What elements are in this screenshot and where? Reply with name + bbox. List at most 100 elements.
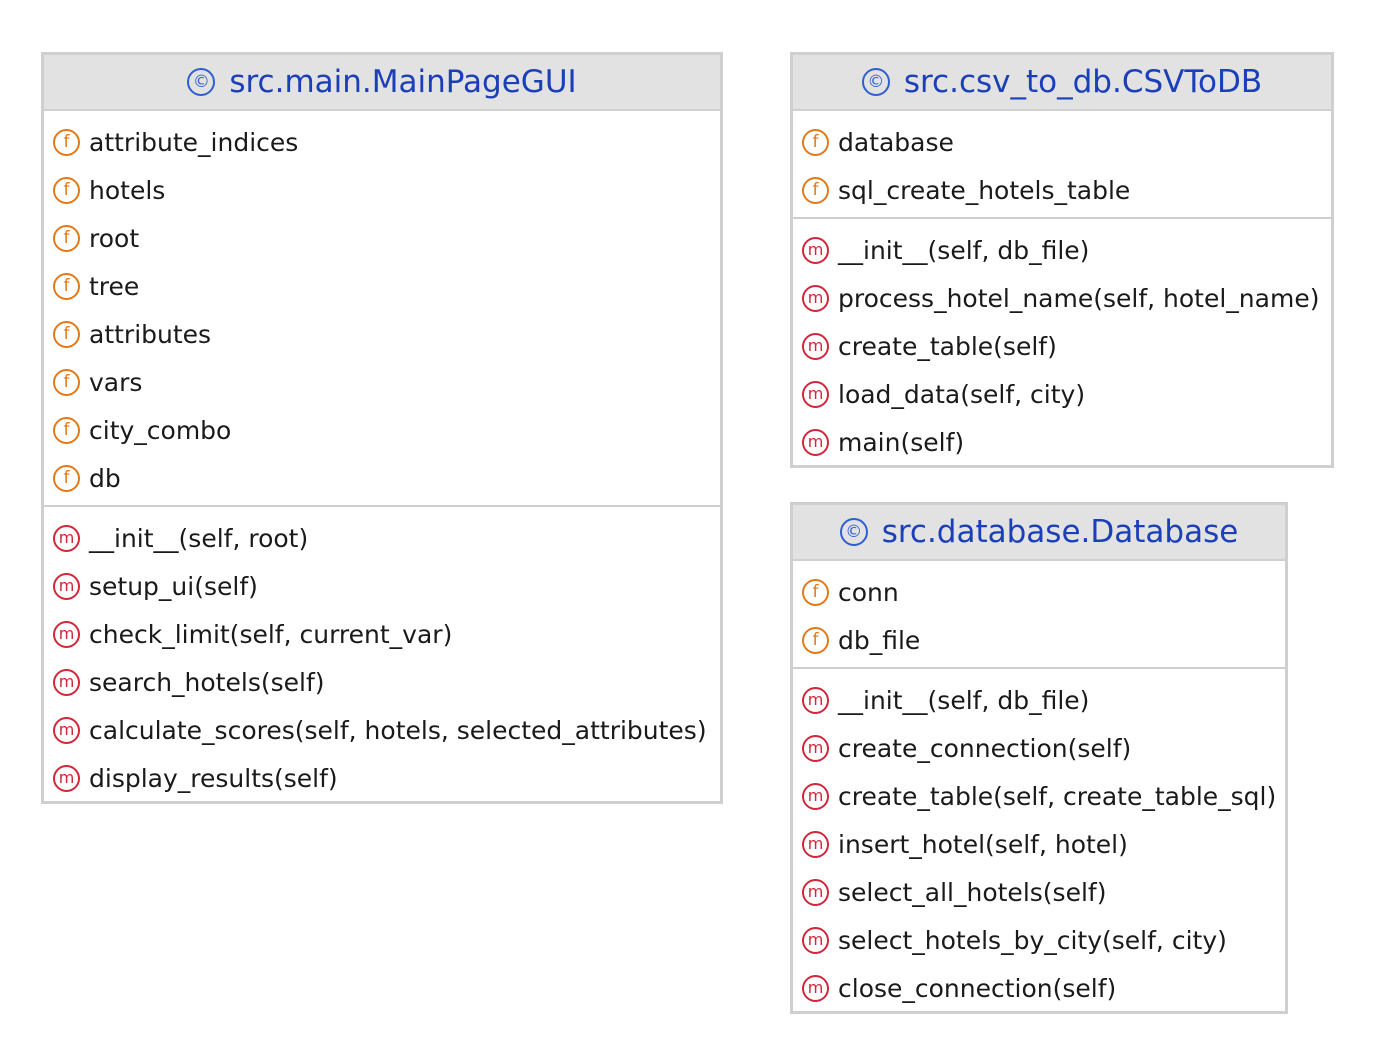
methods-section: m __init__(self, db_file) m process_hotel_n… xyxy=(793,217,1331,469)
method-icon: m xyxy=(53,572,80,600)
method-icon: m xyxy=(802,236,829,264)
class-name: src.main.MainPageGUI xyxy=(229,64,577,100)
method-icon: m xyxy=(802,878,829,906)
method-row: m main(self) xyxy=(793,418,1331,466)
field-name: conn xyxy=(838,577,899,607)
field-name: root xyxy=(89,223,140,253)
method-signature: search_hotels(self) xyxy=(89,667,325,697)
method-signature: __init__(self, db_file) xyxy=(838,685,1090,715)
method-signature: process_hotel_name(self, hotel_name) xyxy=(838,283,1320,313)
method-signature: __init__(self, root) xyxy=(89,523,309,553)
method-row: m select_all_hotels(self) xyxy=(793,868,1285,916)
method-icon: m xyxy=(802,782,829,810)
method-signature: select_all_hotels(self) xyxy=(838,877,1107,907)
method-row: m calculate_scores(self, hotels, selected… xyxy=(44,706,720,754)
field-name: attribute_indices xyxy=(89,127,299,157)
field-row: f database xyxy=(793,118,1331,166)
class-box-csv-to-db: © src.csv_to_db.CSVToDB f database f sql_cr… xyxy=(790,52,1334,468)
class-header: © src.csv_to_db.CSVToDB xyxy=(793,55,1331,111)
method-icon: m xyxy=(802,734,829,762)
field-row: f root xyxy=(44,214,720,262)
method-signature: insert_hotel(self, hotel) xyxy=(838,829,1128,859)
field-name: db_file xyxy=(838,625,921,655)
field-name: database xyxy=(838,127,954,157)
field-icon: f xyxy=(802,626,829,654)
method-row: m load_data(self, city) xyxy=(793,370,1331,418)
class-icon: © xyxy=(187,68,216,96)
field-icon: f xyxy=(802,128,829,156)
field-row: f sql_create_hotels_table xyxy=(793,166,1331,214)
method-row: m __init__(self, db_file) xyxy=(793,226,1331,274)
method-row: m __init__(self, db_file) xyxy=(793,676,1285,724)
field-name: vars xyxy=(89,367,143,397)
field-row: f vars xyxy=(44,358,720,406)
class-name: src.csv_to_db.CSVToDB xyxy=(903,64,1263,100)
method-icon: m xyxy=(802,332,829,360)
class-name: src.database.Database xyxy=(881,514,1239,550)
field-icon: f xyxy=(802,176,829,204)
method-icon: m xyxy=(802,284,829,312)
field-row: f conn xyxy=(793,568,1285,616)
method-row: m close_connection(self) xyxy=(793,964,1285,1012)
field-row: f db_file xyxy=(793,616,1285,664)
method-row: m create_table(self, create_table_sql) xyxy=(793,772,1285,820)
class-header: © src.database.Database xyxy=(793,505,1285,561)
field-icon: f xyxy=(802,578,829,606)
field-icon: f xyxy=(53,368,80,396)
method-icon: m xyxy=(802,428,829,456)
fields-section: f database f sql_create_hotels_table xyxy=(793,111,1331,217)
field-icon: f xyxy=(53,176,80,204)
field-row: f tree xyxy=(44,262,720,310)
class-header: © src.main.MainPageGUI xyxy=(44,55,720,111)
field-name: tree xyxy=(89,271,140,301)
method-row: m __init__(self, root) xyxy=(44,514,720,562)
field-row: f attributes xyxy=(44,310,720,358)
method-signature: setup_ui(self) xyxy=(89,571,258,601)
fields-section: f attribute_indices f hotels f root f tree f attr… xyxy=(44,111,720,505)
method-icon: m xyxy=(802,380,829,408)
method-icon: m xyxy=(53,524,80,552)
method-icon: m xyxy=(802,926,829,954)
field-icon: f xyxy=(53,224,80,252)
method-row: m display_results(self) xyxy=(44,754,720,802)
method-signature: display_results(self) xyxy=(89,763,338,793)
field-name: db xyxy=(89,463,121,493)
field-icon: f xyxy=(53,464,80,492)
method-row: m setup_ui(self) xyxy=(44,562,720,610)
method-icon: m xyxy=(53,620,80,648)
method-signature: create_connection(self) xyxy=(838,733,1132,763)
method-icon: m xyxy=(53,668,80,696)
field-icon: f xyxy=(53,320,80,348)
field-name: sql_create_hotels_table xyxy=(838,175,1131,205)
method-signature: create_table(self, create_table_sql) xyxy=(838,781,1277,811)
methods-section: m __init__(self, root) m setup_ui(self) m che… xyxy=(44,505,720,805)
method-row: m select_hotels_by_city(self, city) xyxy=(793,916,1285,964)
method-signature: select_hotels_by_city(self, city) xyxy=(838,925,1227,955)
field-row: f city_combo xyxy=(44,406,720,454)
method-signature: calculate_scores(self, hotels, selected_… xyxy=(89,715,707,745)
method-signature: create_table(self) xyxy=(838,331,1057,361)
fields-section: f conn f db_file xyxy=(793,561,1285,667)
class-box-main-page-gui: © src.main.MainPageGUI f attribute_indice… xyxy=(41,52,723,804)
field-row: f attribute_indices xyxy=(44,118,720,166)
class-box-database: © src.database.Database f conn f db_file m _… xyxy=(790,502,1288,1014)
method-icon: m xyxy=(53,764,80,792)
method-signature: close_connection(self) xyxy=(838,973,1117,1003)
field-name: attributes xyxy=(89,319,212,349)
field-row: f db xyxy=(44,454,720,502)
field-icon: f xyxy=(53,272,80,300)
class-icon: © xyxy=(839,518,868,546)
method-row: m create_table(self) xyxy=(793,322,1331,370)
method-signature: load_data(self, city) xyxy=(838,379,1086,409)
field-name: city_combo xyxy=(89,415,232,445)
method-icon: m xyxy=(802,974,829,1002)
methods-section: m __init__(self, db_file) m create_connecti… xyxy=(793,667,1285,1015)
method-row: m check_limit(self, current_var) xyxy=(44,610,720,658)
method-signature: check_limit(self, current_var) xyxy=(89,619,453,649)
method-row: m process_hotel_name(self, hotel_name) xyxy=(793,274,1331,322)
method-icon: m xyxy=(53,716,80,744)
method-row: m insert_hotel(self, hotel) xyxy=(793,820,1285,868)
field-name: hotels xyxy=(89,175,166,205)
class-icon: © xyxy=(861,68,890,96)
method-row: m search_hotels(self) xyxy=(44,658,720,706)
